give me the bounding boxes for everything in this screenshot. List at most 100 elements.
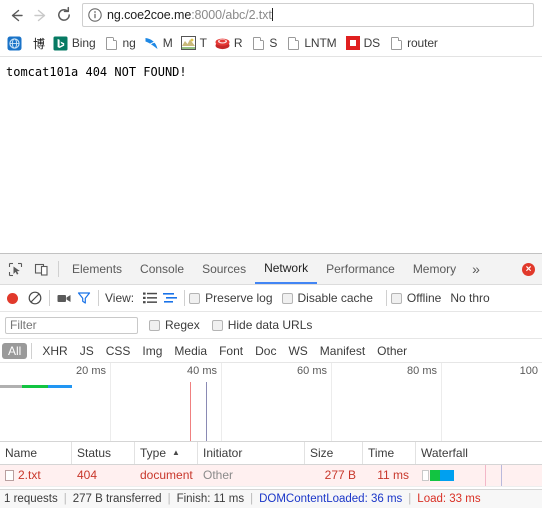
map-thumbnail-icon — [181, 35, 197, 51]
type-filter-img[interactable]: Img — [136, 343, 168, 359]
cell-time: 11 ms — [377, 468, 409, 482]
domcontentloaded-event-line — [206, 382, 207, 441]
more-tabs-button[interactable]: » — [465, 255, 487, 284]
network-requests-table: Name Status Type ▲ Initiator Size Time W… — [0, 442, 542, 489]
browser-chrome: ng.coe2coe.me:8000/abc/2.txt 博 Bing ng M… — [0, 0, 542, 57]
checkbox-label: Hide data URLs — [227, 318, 313, 332]
type-filter-manifest[interactable]: Manifest — [314, 343, 371, 359]
bookmark-label: S — [269, 36, 278, 50]
tab-label: Console — [140, 262, 185, 276]
checkbox-label: Disable cache — [297, 291, 373, 305]
tab-elements[interactable]: Elements — [63, 255, 131, 284]
type-filter-ws[interactable]: WS — [282, 343, 313, 359]
back-button[interactable] — [4, 3, 28, 27]
filter-input[interactable] — [5, 316, 138, 334]
timeline-tick-label: 80 ms — [407, 365, 437, 377]
cell-status: 404 — [77, 468, 98, 482]
inspect-element-icon[interactable] — [2, 256, 28, 282]
reload-icon — [58, 6, 70, 21]
request-segment-download — [48, 385, 72, 388]
bookmarks-bar: 博 Bing ng M T R S LNTM DS router — [0, 30, 542, 57]
tab-sources[interactable]: Sources — [193, 255, 255, 284]
toolbar-divider — [184, 290, 186, 306]
checkbox-label: Preserve log — [205, 291, 273, 305]
bookmark-label: ng — [122, 36, 136, 50]
status-separator: | — [408, 493, 412, 505]
waterfall-view-icon[interactable] — [160, 288, 180, 308]
preserve-log-checkbox[interactable]: Preserve log — [189, 291, 273, 305]
waterfall-waiting-segment — [430, 470, 440, 481]
view-label: View: — [105, 291, 135, 305]
hide-data-urls-checkbox[interactable]: Hide data URLs — [211, 318, 313, 332]
network-overview-timeline[interactable]: 20 ms 40 ms 60 ms 80 ms 100 — [0, 363, 542, 442]
type-filter-other[interactable]: Other — [371, 343, 413, 359]
toolbar-divider — [49, 290, 50, 306]
type-filter-css[interactable]: CSS — [100, 343, 137, 359]
status-separator: | — [63, 493, 67, 505]
network-status-bar: 1 requests | 277 B transferred | Finish:… — [0, 489, 542, 508]
bookmark-item-r[interactable]: R — [211, 32, 247, 54]
cell-waterfall — [416, 465, 542, 486]
tab-performance[interactable]: Performance — [317, 255, 404, 284]
tab-label: Network — [264, 261, 309, 275]
camera-icon[interactable] — [54, 288, 74, 308]
clear-no-entry-icon[interactable] — [25, 288, 45, 308]
type-filter-xhr[interactable]: XHR — [36, 343, 73, 359]
record-button[interactable] — [7, 292, 18, 304]
cell-initiator[interactable]: Other — [198, 465, 305, 486]
bookmark-item-m[interactable]: M — [140, 32, 177, 54]
timeline-tick-label: 20 ms — [76, 365, 106, 377]
resource-type-filters: All XHR JS CSS Img Media Font Doc WS Man… — [0, 339, 542, 363]
column-header-type[interactable]: Type ▲ — [135, 442, 198, 464]
url-path: :8000/abc/2.txt — [191, 8, 272, 22]
checkbox-box — [149, 319, 160, 331]
cell-name[interactable]: 2.txt — [0, 465, 72, 486]
type-filter-media[interactable]: Media — [168, 343, 213, 359]
offline-checkbox[interactable]: Offline — [390, 291, 441, 305]
info-circle-icon[interactable] — [87, 7, 103, 23]
request-segment-waiting — [22, 385, 48, 388]
column-label: Type — [140, 446, 167, 460]
column-header-initiator[interactable]: Initiator — [198, 442, 305, 464]
bookmark-item-t[interactable]: T — [177, 32, 211, 54]
error-count-badge[interactable]: × — [522, 262, 535, 276]
type-filter-all[interactable]: All — [2, 342, 28, 359]
column-header-size[interactable]: Size — [305, 442, 363, 464]
type-filter-js[interactable]: JS — [74, 343, 100, 359]
column-header-status[interactable]: Status — [72, 442, 135, 464]
request-name: 2.txt — [18, 468, 41, 482]
list-view-icon[interactable] — [140, 288, 160, 308]
table-row[interactable]: 2.txt 404 document Other 277 B 11 ms — [0, 465, 542, 487]
disable-cache-checkbox[interactable]: Disable cache — [281, 291, 373, 305]
forward-button[interactable] — [28, 3, 52, 27]
bookmark-item-ds[interactable]: DS — [341, 32, 384, 54]
url-text: ng.coe2coe.me:8000/abc/2.txt — [107, 4, 273, 26]
throttling-select[interactable]: No thro — [450, 291, 489, 305]
bookmark-item-s[interactable]: S — [246, 32, 281, 54]
type-filter-font[interactable]: Font — [213, 343, 249, 359]
bookmark-item-lntm[interactable]: LNTM — [281, 32, 340, 54]
tab-network[interactable]: Network — [255, 255, 318, 284]
device-toolbar-icon[interactable] — [28, 256, 54, 282]
type-filter-doc[interactable]: Doc — [249, 343, 282, 359]
column-header-name[interactable]: Name — [0, 442, 72, 464]
reload-button[interactable] — [52, 3, 76, 27]
bookmark-item-bing[interactable]: Bing — [49, 32, 100, 54]
status-separator: | — [250, 493, 254, 505]
bookmark-item-ng[interactable]: ng — [100, 32, 140, 54]
column-header-time[interactable]: Time — [363, 442, 416, 464]
tab-console[interactable]: Console — [131, 255, 193, 284]
browser-toolbar: ng.coe2coe.me:8000/abc/2.txt — [0, 0, 542, 30]
column-header-waterfall[interactable]: Waterfall — [416, 442, 542, 464]
bookmark-item-router[interactable]: router — [384, 32, 442, 54]
bookmark-item-globe[interactable] — [2, 32, 29, 54]
funnel-icon[interactable] — [74, 288, 94, 308]
tab-memory[interactable]: Memory — [404, 255, 465, 284]
bookmark-label: LNTM — [304, 36, 337, 50]
address-bar[interactable]: ng.coe2coe.me:8000/abc/2.txt — [82, 3, 534, 27]
table-header-row: Name Status Type ▲ Initiator Size Time W… — [0, 442, 542, 465]
bookmark-item-bo[interactable]: 博 — [29, 32, 49, 54]
timeline-gridline — [331, 363, 332, 441]
checkbox-box — [281, 292, 293, 304]
regex-checkbox[interactable]: Regex — [149, 318, 200, 332]
